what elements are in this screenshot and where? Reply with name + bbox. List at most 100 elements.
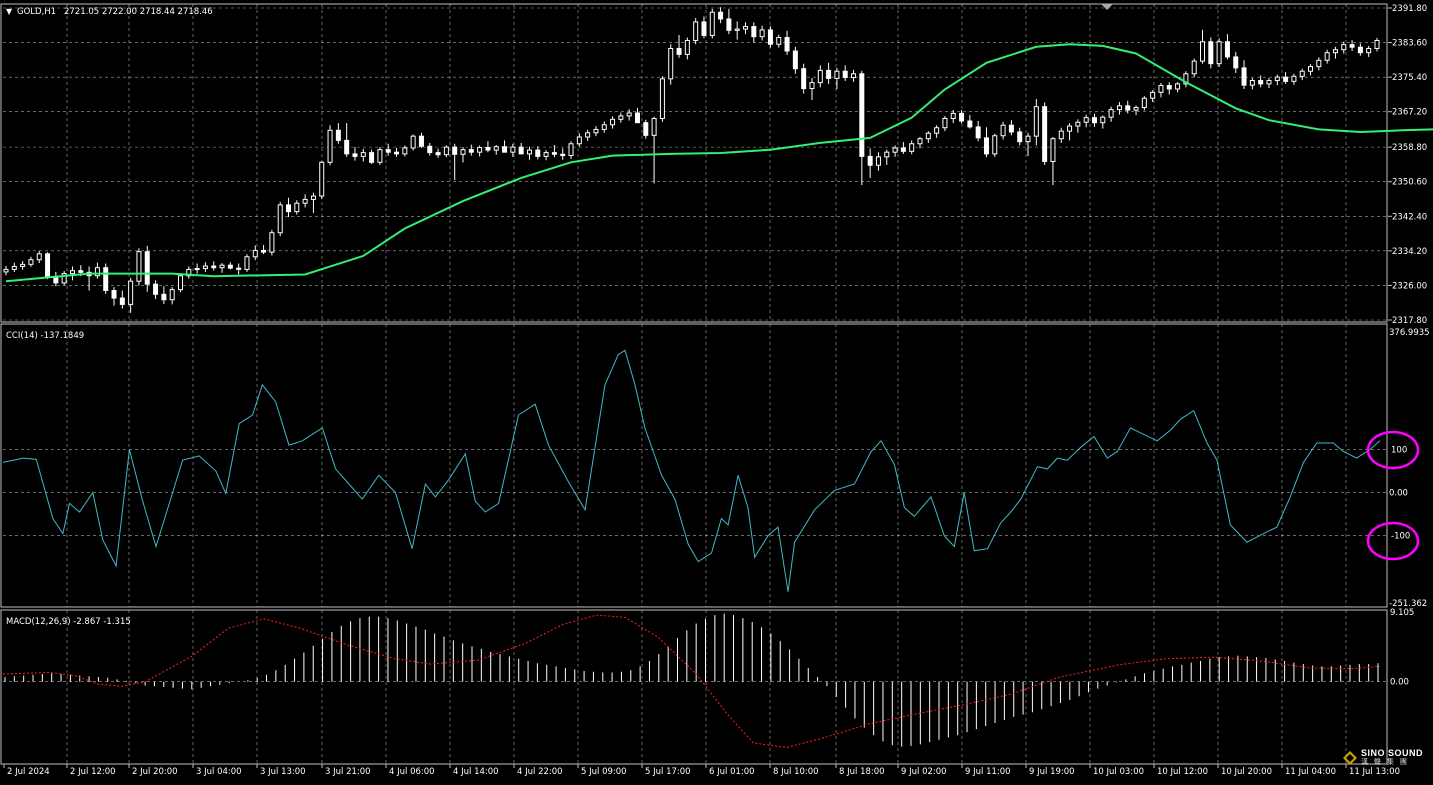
candle[interactable] — [560, 148, 566, 160]
candle[interactable] — [1341, 41, 1347, 54]
candle[interactable] — [643, 119, 649, 139]
candle[interactable] — [28, 256, 34, 267]
candle[interactable] — [327, 125, 333, 166]
candle[interactable] — [1283, 72, 1289, 84]
candle[interactable] — [992, 133, 998, 157]
candle[interactable] — [1241, 60, 1247, 89]
candle[interactable] — [1025, 132, 1031, 156]
candle[interactable] — [585, 129, 591, 141]
candle[interactable] — [759, 25, 765, 41]
candle[interactable] — [1332, 46, 1338, 59]
candle[interactable] — [826, 62, 832, 84]
candle[interactable] — [385, 143, 391, 156]
candle[interactable] — [1091, 113, 1097, 127]
candle[interactable] — [801, 63, 807, 94]
candle[interactable] — [1100, 115, 1106, 129]
candle[interactable] — [817, 65, 823, 88]
candle[interactable] — [286, 197, 292, 218]
candle[interactable] — [1200, 29, 1206, 64]
candle[interactable] — [269, 229, 275, 256]
candle[interactable] — [1324, 49, 1330, 64]
candle[interactable] — [410, 134, 416, 151]
candle[interactable] — [784, 30, 790, 55]
candle[interactable] — [917, 137, 923, 149]
candle[interactable] — [1000, 121, 1006, 140]
candle[interactable] — [535, 146, 541, 160]
candle[interactable] — [1249, 77, 1255, 90]
candle[interactable] — [360, 148, 366, 162]
candle[interactable] — [1017, 127, 1023, 146]
candle[interactable] — [502, 140, 508, 153]
candle[interactable] — [69, 266, 75, 281]
candle[interactable] — [1058, 127, 1064, 143]
candle[interactable] — [610, 116, 616, 129]
candle[interactable] — [3, 266, 9, 276]
candle[interactable] — [1224, 34, 1230, 60]
candle[interactable] — [634, 107, 640, 124]
candle[interactable] — [427, 142, 433, 156]
candle[interactable] — [983, 127, 989, 158]
candle[interactable] — [651, 116, 657, 184]
candle[interactable] — [875, 152, 881, 171]
candle[interactable] — [734, 21, 740, 40]
candle[interactable] — [227, 262, 233, 270]
candle[interactable] — [967, 115, 973, 129]
candle[interactable] — [1075, 119, 1081, 133]
candle[interactable] — [859, 70, 865, 186]
symbol-dropdown-icon[interactable]: ▼ — [6, 7, 13, 16]
candle[interactable] — [767, 26, 773, 48]
candle[interactable] — [61, 271, 67, 286]
candle[interactable] — [443, 145, 449, 158]
candle[interactable] — [202, 262, 208, 272]
candle[interactable] — [1233, 51, 1239, 73]
candle[interactable] — [128, 277, 134, 313]
candle[interactable] — [94, 262, 100, 279]
candle[interactable] — [1349, 40, 1355, 52]
candle[interactable] — [485, 141, 491, 153]
candle[interactable] — [942, 115, 948, 132]
candle[interactable] — [103, 263, 109, 294]
candle[interactable] — [435, 148, 441, 158]
candle[interactable] — [568, 141, 574, 159]
candle[interactable] — [934, 125, 940, 138]
candle[interactable] — [144, 245, 150, 292]
candle[interactable] — [119, 290, 125, 309]
candle[interactable] — [277, 201, 283, 237]
candle[interactable] — [36, 250, 42, 264]
candle[interactable] — [161, 286, 167, 304]
candle[interactable] — [601, 121, 607, 133]
candle[interactable] — [718, 7, 724, 24]
candle[interactable] — [751, 22, 757, 43]
candle[interactable] — [884, 149, 890, 165]
candle[interactable] — [518, 142, 524, 155]
candle[interactable] — [593, 126, 599, 137]
candle[interactable] — [468, 144, 474, 156]
candle[interactable] — [925, 131, 931, 143]
chart-window[interactable]: 2 Jul 2024 2 Jul 12:00 2 Jul 20:00 3 Jul 04… — [0, 0, 1433, 781]
candle[interactable] — [792, 46, 798, 74]
candle[interactable] — [1316, 57, 1322, 71]
candle[interactable] — [743, 22, 749, 35]
candle[interactable] — [618, 112, 624, 123]
candle[interactable] — [394, 147, 400, 157]
candle[interactable] — [452, 143, 458, 181]
candle[interactable] — [236, 263, 242, 275]
candle[interactable] — [1183, 71, 1189, 88]
candle[interactable] — [460, 147, 466, 163]
candle[interactable] — [1166, 82, 1172, 95]
candle[interactable] — [834, 67, 840, 89]
candle[interactable] — [53, 271, 59, 287]
candle[interactable] — [959, 110, 965, 124]
candle[interactable] — [252, 245, 258, 261]
candle[interactable] — [211, 261, 217, 271]
chart-canvas[interactable]: 2 Jul 2024 2 Jul 12:00 2 Jul 20:00 3 Jul 04… — [0, 0, 1433, 781]
candle[interactable] — [709, 8, 715, 39]
candle[interactable] — [319, 161, 325, 199]
candle[interactable] — [153, 280, 159, 299]
candle[interactable] — [526, 146, 532, 160]
candle[interactable] — [244, 254, 250, 272]
candle[interactable] — [1042, 102, 1048, 165]
candle[interactable] — [1366, 45, 1372, 57]
candle[interactable] — [111, 287, 117, 306]
candle[interactable] — [477, 145, 483, 157]
